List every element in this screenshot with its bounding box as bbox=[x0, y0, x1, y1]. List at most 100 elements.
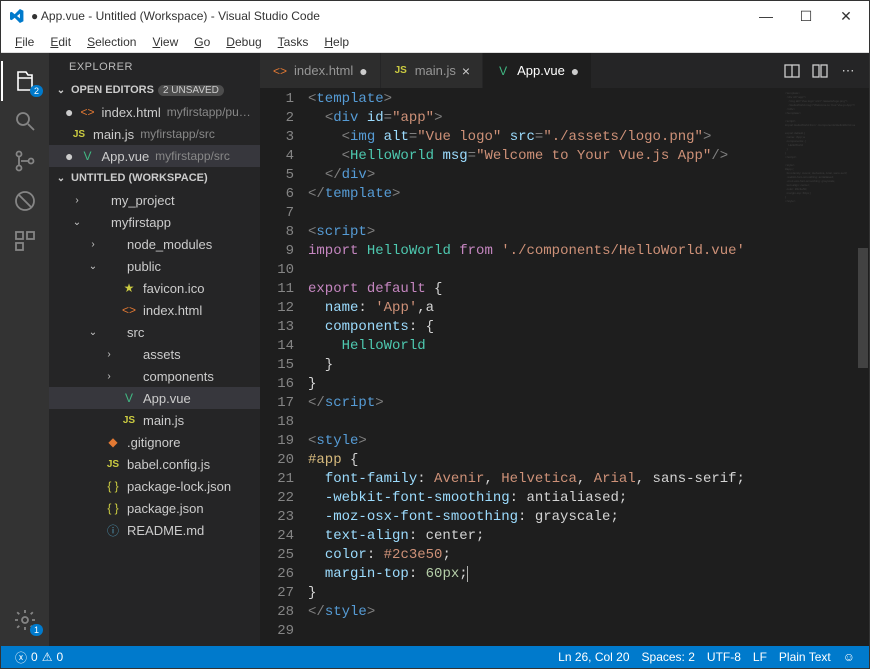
window-titlebar: ● App.vue - Untitled (Workspace) - Visua… bbox=[1, 1, 869, 31]
vue-icon: V bbox=[495, 63, 511, 79]
tree-item[interactable]: ★ favicon.ico bbox=[49, 277, 260, 299]
tree-item[interactable]: ⌄ public bbox=[49, 255, 260, 277]
menu-help[interactable]: Help bbox=[316, 33, 357, 51]
json-icon: { } bbox=[105, 478, 121, 494]
tree-item-label: components bbox=[143, 369, 214, 384]
tree-item-label: node_modules bbox=[127, 237, 212, 252]
sidebar-title: EXPLORER bbox=[49, 53, 260, 79]
editor-tab[interactable]: JS main.js × bbox=[381, 53, 483, 88]
tree-item-label: myfirstapp bbox=[111, 215, 171, 230]
tree-item-label: package-lock.json bbox=[127, 479, 231, 494]
chevron-icon: ⌄ bbox=[71, 217, 83, 228]
tree-item[interactable]: ⌄ src bbox=[49, 321, 260, 343]
tree-item[interactable]: ⌄ myfirstapp bbox=[49, 211, 260, 233]
open-editors-header[interactable]: ⌄ OPEN EDITORS 2 UNSAVED bbox=[49, 79, 260, 101]
vue-icon: V bbox=[79, 148, 95, 164]
tree-item[interactable]: › assets bbox=[49, 343, 260, 365]
chevron-icon: › bbox=[103, 349, 115, 360]
open-editor-item[interactable]: JS main.js myfirstapp/src bbox=[49, 123, 260, 145]
status-bar: ⓧ0 ⚠0 Ln 26, Col 20 Spaces: 2 UTF-8 LF P… bbox=[1, 646, 869, 668]
html-icon: <> bbox=[272, 63, 288, 79]
tab-dirty-dot: × bbox=[462, 63, 470, 79]
tree-item[interactable]: JS main.js bbox=[49, 409, 260, 431]
open-editor-item[interactable]: ● V App.vue myfirstapp/src bbox=[49, 145, 260, 167]
tree-item-label: package.json bbox=[127, 501, 204, 516]
chevron-down-icon: ⌄ bbox=[55, 85, 67, 96]
json-icon: { } bbox=[105, 500, 121, 516]
editor-tab[interactable]: V App.vue ● bbox=[483, 53, 592, 88]
menu-debug[interactable]: Debug bbox=[218, 33, 269, 51]
tab-label: main.js bbox=[415, 63, 456, 78]
menu-tasks[interactable]: Tasks bbox=[270, 33, 317, 51]
js-icon: JS bbox=[71, 126, 87, 142]
info-icon: ⓘ bbox=[105, 522, 121, 538]
tree-item-label: public bbox=[127, 259, 161, 274]
menu-file[interactable]: File bbox=[7, 33, 42, 51]
activity-scm-icon[interactable] bbox=[1, 141, 49, 181]
vertical-scrollbar[interactable] bbox=[857, 88, 869, 646]
activity-explorer-icon[interactable]: 2 bbox=[1, 61, 49, 101]
workspace-header[interactable]: ⌄ UNTITLED (WORKSPACE) bbox=[49, 167, 260, 189]
tree-item[interactable]: ⓘ README.md bbox=[49, 519, 260, 541]
tree-item-label: assets bbox=[143, 347, 181, 362]
tree-item-label: .gitignore bbox=[127, 435, 180, 450]
tree-item[interactable]: ◆ .gitignore bbox=[49, 431, 260, 453]
menu-view[interactable]: View bbox=[144, 33, 186, 51]
tree-item[interactable]: <> index.html bbox=[49, 299, 260, 321]
menu-selection[interactable]: Selection bbox=[79, 33, 144, 51]
tree-item-label: index.html bbox=[143, 303, 202, 318]
tree-item[interactable]: V App.vue bbox=[49, 387, 260, 409]
status-language[interactable]: Plain Text bbox=[773, 650, 837, 664]
activity-settings-icon[interactable]: 1 bbox=[1, 600, 49, 640]
tree-item[interactable]: › node_modules bbox=[49, 233, 260, 255]
chevron-icon: › bbox=[87, 239, 99, 250]
explorer-badge: 2 bbox=[30, 85, 43, 97]
tree-item[interactable]: { } package-lock.json bbox=[49, 475, 260, 497]
more-icon[interactable]: ⋯ bbox=[839, 62, 857, 80]
menu-edit[interactable]: Edit bbox=[42, 33, 79, 51]
error-count: 0 bbox=[31, 650, 38, 664]
status-feedback-icon[interactable]: ☺ bbox=[837, 650, 861, 664]
status-encoding[interactable]: UTF-8 bbox=[701, 650, 747, 664]
activity-bar: 2 1 bbox=[1, 53, 49, 646]
tree-item[interactable]: › my_project bbox=[49, 189, 260, 211]
activity-extensions-icon[interactable] bbox=[1, 221, 49, 261]
open-editor-item[interactable]: ● <> index.html myfirstapp/pu… bbox=[49, 101, 260, 123]
warning-icon: ⚠ bbox=[42, 650, 53, 664]
tree-item[interactable]: JS babel.config.js bbox=[49, 453, 260, 475]
status-eol[interactable]: LF bbox=[747, 650, 773, 664]
vue-icon: V bbox=[121, 390, 137, 406]
warning-count: 0 bbox=[56, 650, 63, 664]
layout-icon[interactable] bbox=[811, 62, 829, 80]
file-name: main.js bbox=[93, 127, 134, 142]
file-name: index.html bbox=[101, 105, 160, 120]
maximize-button[interactable]: ☐ bbox=[793, 6, 819, 26]
status-spaces[interactable]: Spaces: 2 bbox=[636, 650, 701, 664]
minimap[interactable]: <template> <div id="app"> <img alt="Vue … bbox=[785, 91, 855, 211]
close-button[interactable]: ✕ bbox=[833, 6, 859, 26]
menu-go[interactable]: Go bbox=[186, 33, 218, 51]
scrollbar-thumb[interactable] bbox=[858, 248, 868, 368]
file-path-hint: myfirstapp/src bbox=[140, 127, 215, 141]
activity-debug-icon[interactable] bbox=[1, 181, 49, 221]
tab-label: index.html bbox=[294, 63, 353, 78]
status-problems[interactable]: ⓧ0 ⚠0 bbox=[9, 649, 69, 666]
chevron-icon: ⌄ bbox=[87, 261, 99, 272]
tree-item-label: src bbox=[127, 325, 144, 340]
status-cursor-pos[interactable]: Ln 26, Col 20 bbox=[552, 650, 635, 664]
tree-item[interactable]: › components bbox=[49, 365, 260, 387]
minimize-button[interactable]: — bbox=[753, 6, 779, 26]
tree-item-label: babel.config.js bbox=[127, 457, 210, 472]
tree-item-label: my_project bbox=[111, 193, 175, 208]
settings-badge: 1 bbox=[30, 624, 43, 636]
split-editor-icon[interactable] bbox=[783, 62, 801, 80]
tree-item-label: main.js bbox=[143, 413, 184, 428]
tree-item[interactable]: { } package.json bbox=[49, 497, 260, 519]
activity-search-icon[interactable] bbox=[1, 101, 49, 141]
editor-tab[interactable]: <> index.html ● bbox=[260, 53, 381, 88]
code-area[interactable]: 1234567891011121314151617181920212223242… bbox=[260, 88, 869, 646]
tree-item-label: README.md bbox=[127, 523, 204, 538]
html-icon: <> bbox=[121, 302, 137, 318]
error-icon: ⓧ bbox=[15, 649, 27, 666]
js-icon: JS bbox=[393, 63, 409, 79]
